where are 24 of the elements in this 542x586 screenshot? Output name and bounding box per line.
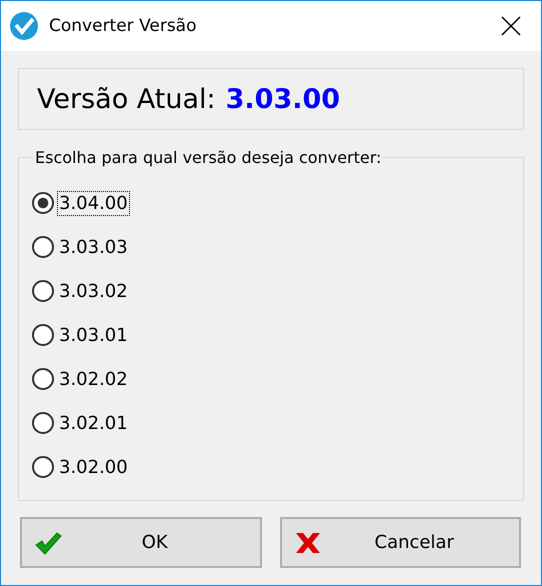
- close-icon[interactable]: [501, 16, 521, 36]
- radio-button[interactable]: [32, 192, 54, 214]
- close-icon: [294, 530, 322, 554]
- radio-button[interactable]: [32, 368, 54, 390]
- checkmark-logo-icon: [9, 11, 39, 41]
- radio-label[interactable]: 3.02.02: [58, 368, 129, 390]
- radio-label[interactable]: 3.02.01: [58, 412, 129, 434]
- cancel-button[interactable]: Cancelar: [280, 517, 521, 568]
- radio-button[interactable]: [32, 412, 54, 434]
- version-value: 3.03.00: [226, 84, 340, 114]
- radio-button[interactable]: [32, 324, 54, 346]
- radio-label[interactable]: 3.03.01: [58, 324, 129, 346]
- radio-label[interactable]: 3.04.00: [58, 192, 129, 214]
- radio-button[interactable]: [32, 456, 54, 478]
- radio-label[interactable]: 3.02.00: [58, 456, 129, 478]
- radio-label[interactable]: 3.03.02: [58, 280, 129, 302]
- radio-label[interactable]: 3.03.03: [58, 236, 129, 258]
- version-label: Versão Atual:: [37, 84, 216, 114]
- group-caption: Escolha para qual versão deseja converter:: [33, 148, 384, 167]
- radio-button[interactable]: [32, 280, 54, 302]
- window-title: Converter Versão: [49, 16, 198, 36]
- radio-button[interactable]: [32, 236, 54, 258]
- ok-button[interactable]: OK: [20, 517, 262, 568]
- checkmark-icon: [34, 530, 62, 554]
